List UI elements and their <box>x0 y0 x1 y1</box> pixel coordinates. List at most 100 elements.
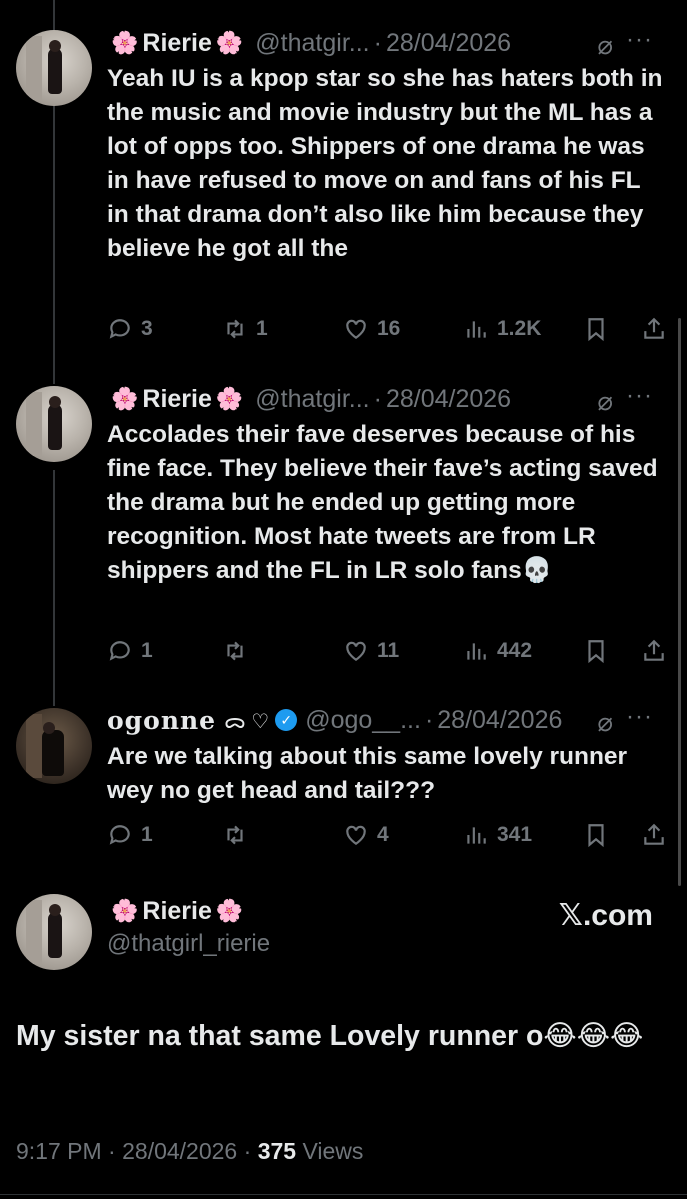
flower-emoji: 🌸 <box>215 898 244 923</box>
tweet-date[interactable]: 28/04/2026 <box>386 29 511 58</box>
bookmark-button[interactable] <box>583 820 617 850</box>
name-decoration: ᯅ ♡ <box>224 710 270 733</box>
flower-emoji: 🌸 <box>111 386 139 411</box>
repost-button[interactable]: 1 <box>222 314 268 344</box>
heart-icon <box>346 641 366 661</box>
main-tweet-header: 🌸 Rierie 🌸 @thatgirl_rierie <box>107 894 270 958</box>
share-button[interactable] <box>641 314 675 344</box>
scrollbar[interactable] <box>678 318 681 886</box>
share-button[interactable] <box>641 820 675 850</box>
display-name[interactable]: ogonne <box>107 706 216 735</box>
reply-icon <box>109 825 130 845</box>
grok-icon[interactable]: ⌀ <box>597 386 613 417</box>
share-button[interactable] <box>641 636 675 666</box>
reply-button[interactable]: 1 <box>107 820 153 850</box>
tweet-text: Yeah IU is a kpop star so she has haters… <box>107 65 663 262</box>
reply-icon <box>109 319 130 339</box>
bookmark-button[interactable] <box>583 636 617 666</box>
views-icon <box>467 643 486 660</box>
tweet-meta: 9:17 PM · 28/04/2026 · 375 Views <box>16 1138 363 1165</box>
display-name[interactable]: Rierie <box>142 385 211 414</box>
avatar[interactable] <box>16 30 92 106</box>
avatar[interactable] <box>16 386 92 462</box>
user-handle[interactable]: @thatgirl_rierie <box>107 930 270 958</box>
repost-count: 1 <box>256 317 268 340</box>
action-bar: 1 4 341 <box>107 820 673 850</box>
tweet-header: 🌸 Rierie 🌸 @thatgir... · 28/04/2026 ⌀ ··… <box>107 26 671 60</box>
grok-icon[interactable]: ⌀ <box>597 707 613 738</box>
avatar[interactable] <box>16 708 92 784</box>
views-icon <box>467 827 486 844</box>
display-name[interactable]: Rierie <box>142 897 211 926</box>
main-tweet-text: My sister na that same Lovely runner o😂😂… <box>16 1020 644 1052</box>
verified-badge-icon[interactable]: ✓ <box>275 709 298 731</box>
grok-icon[interactable]: ⌀ <box>597 30 613 61</box>
tweet-text: Are we talking about this same lovely ru… <box>107 743 628 804</box>
views-button[interactable]: 442 <box>463 636 532 666</box>
reply-button[interactable]: 1 <box>107 636 153 666</box>
more-options-icon[interactable]: ··· <box>626 703 653 731</box>
user-handle[interactable]: @thatgir... <box>255 29 369 58</box>
flower-emoji: 🌸 <box>215 386 244 411</box>
tweet-date[interactable]: 28/04/2026 <box>122 1138 237 1164</box>
flower-emoji: 🌸 <box>215 30 244 55</box>
repost-button[interactable] <box>222 820 256 850</box>
tweet-header: ogonne ᯅ ♡ ✓ @ogo__... · 28/04/2026 ⌀ ··… <box>107 703 671 737</box>
more-options-icon[interactable]: ··· <box>626 382 653 410</box>
share-icon <box>644 823 664 845</box>
like-count: 11 <box>377 639 400 662</box>
repost-icon <box>227 825 243 845</box>
repost-icon <box>227 641 243 661</box>
divider <box>0 1194 687 1195</box>
share-icon <box>644 639 664 661</box>
repost-button[interactable] <box>222 636 256 666</box>
action-bar: 3 1 16 1.2K <box>107 314 673 344</box>
user-handle[interactable]: @ogo__... <box>305 706 421 735</box>
views-icon <box>467 321 486 338</box>
flower-emoji: 🌸 <box>111 898 139 923</box>
like-button[interactable]: 16 <box>343 314 400 344</box>
repost-icon <box>227 319 243 339</box>
heart-icon <box>346 319 366 339</box>
separator-dot: · <box>108 1138 116 1164</box>
tweet-header: 🌸 Rierie 🌸 @thatgir... · 28/04/2026 ⌀ ··… <box>107 382 671 416</box>
like-count: 16 <box>377 317 401 340</box>
like-button[interactable]: 4 <box>343 820 389 850</box>
reply-button[interactable]: 3 <box>107 314 153 344</box>
views-button[interactable]: 341 <box>463 820 532 850</box>
separator-dot: · <box>373 28 382 57</box>
tweet-date[interactable]: 28/04/2026 <box>386 385 511 414</box>
views-count: 341 <box>497 823 533 846</box>
tweet-text: Accolades their fave deserves because of… <box>107 421 658 584</box>
display-name[interactable]: Rierie <box>142 29 211 58</box>
reply-icon <box>109 641 130 661</box>
tweet-time[interactable]: 9:17 PM <box>16 1138 102 1164</box>
display-name-row: 🌸 Rierie 🌸 <box>107 894 270 928</box>
reply-count: 1 <box>141 639 153 662</box>
views-count: 442 <box>497 639 533 662</box>
views-label: Views <box>302 1138 364 1164</box>
like-button[interactable]: 11 <box>343 636 399 666</box>
action-bar: 1 11 442 <box>107 636 673 666</box>
bookmark-icon <box>588 824 604 848</box>
tweet-date[interactable]: 28/04/2026 <box>437 706 562 735</box>
avatar[interactable] <box>16 894 92 970</box>
user-handle[interactable]: @thatgir... <box>255 385 369 414</box>
reply-count: 1 <box>141 823 153 846</box>
separator-dot: · <box>243 1138 252 1164</box>
bookmark-button[interactable] <box>583 314 617 344</box>
flower-emoji: 🌸 <box>111 30 139 55</box>
reply-count: 3 <box>141 317 153 340</box>
share-icon <box>644 317 664 339</box>
thread-line <box>53 0 55 30</box>
views-count: 1.2K <box>497 317 542 340</box>
thread-line <box>53 470 55 706</box>
separator-dot: · <box>424 705 434 734</box>
like-count: 4 <box>377 823 389 846</box>
x-logo-source: 𝕏.com <box>558 899 653 932</box>
views-button[interactable]: 1.2K <box>463 314 541 344</box>
views-count: 375 <box>257 1138 297 1164</box>
heart-icon <box>346 825 366 845</box>
separator-dot: · <box>373 384 382 413</box>
more-options-icon[interactable]: ··· <box>626 26 653 54</box>
